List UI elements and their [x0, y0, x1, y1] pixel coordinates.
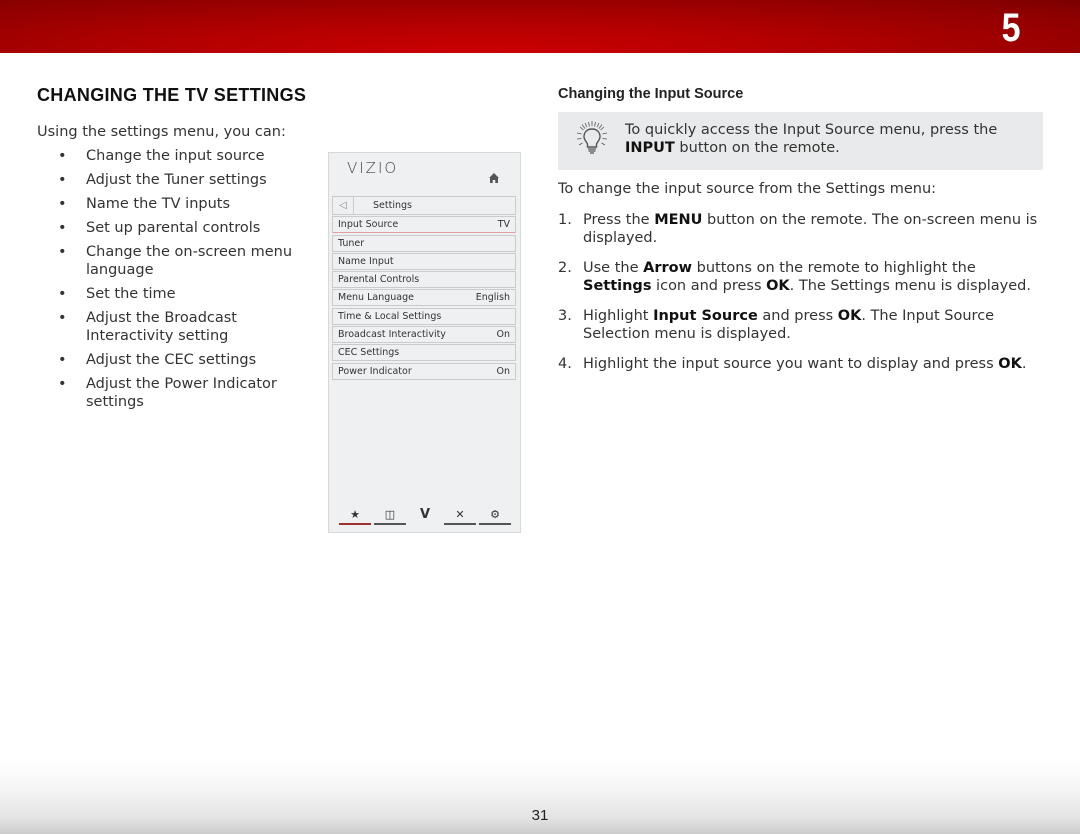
feature-list-item: • Adjust the Broadcast Interactivity sett…	[56, 309, 316, 345]
tip-text: To quickly access the Input Source menu,…	[625, 122, 998, 156]
menu-item-value: English	[475, 292, 510, 304]
step-text: Highlight	[583, 308, 654, 324]
feature-list-item: • Set up parental controls	[56, 219, 316, 237]
bullet-icon: •	[58, 220, 67, 236]
feature-text: Name the TV inputs	[86, 196, 231, 212]
bullet-icon: •	[58, 196, 67, 212]
step-text: buttons on the remote to highlight the	[692, 260, 976, 276]
step-emphasis: Settings	[583, 278, 652, 294]
close-icon[interactable]: ✕	[444, 508, 476, 525]
step-text: icon and press	[651, 278, 767, 294]
star-icon[interactable]: ★	[339, 508, 371, 525]
feature-text: Adjust the CEC settings	[86, 352, 257, 368]
vizio-v-icon[interactable]: V	[409, 508, 441, 523]
bullet-icon: •	[58, 376, 67, 392]
vizio-logo: VIZIO	[347, 159, 399, 177]
menu-item-value: TV	[497, 219, 510, 231]
section-title: Changing the Input Source	[558, 86, 744, 102]
tv-menu-bottom-bar: ★ ◫ V ✕ ⚙	[339, 508, 511, 525]
menu-item-value: On	[496, 365, 511, 377]
feature-text: Set up parental controls	[86, 220, 261, 236]
feature-text: Adjust the Power Indicator settings	[86, 376, 277, 410]
feature-text: Set the time	[86, 286, 176, 302]
step-emphasis: Input Source	[653, 308, 758, 324]
step-emphasis: MENU	[654, 212, 703, 228]
feature-list-item: • Change the input source	[56, 147, 316, 165]
feature-list-item: • Adjust the Power Indicator settings	[56, 375, 316, 411]
step-item: 2. Use the Arrow buttons on the remote to…	[558, 259, 1048, 295]
feature-list-item: • Set the time	[56, 285, 316, 303]
step-item: 4. Highlight the input source you want to…	[558, 355, 1048, 373]
step-text: Press the	[583, 212, 655, 228]
step-number: 4.	[558, 356, 572, 372]
tip-box: To quickly access the Input Source menu,…	[558, 112, 1043, 170]
feature-text: Adjust the Tuner settings	[86, 172, 267, 188]
settings-menu-item[interactable]: Tuner	[332, 234, 516, 252]
settings-menu-item[interactable]: Time & Local Settings	[332, 307, 516, 325]
step-text: .	[1021, 356, 1027, 372]
feature-text: Adjust the Broadcast Interactivity setti…	[86, 310, 237, 344]
menu-item-label: Power Indicator	[338, 365, 412, 377]
menu-item-label: Input Source	[338, 219, 399, 231]
steps-list: 1. Press the MENU button on the remote. T…	[558, 211, 1048, 385]
menu-item-value: On	[496, 329, 511, 341]
step-emphasis: OK	[766, 278, 790, 294]
settings-menu-item[interactable]: Broadcast Interactivity On	[332, 326, 516, 344]
step-text: . The Settings menu is displayed.	[789, 278, 1031, 294]
menu-item-label: Tuner	[338, 237, 365, 249]
back-arrow-icon[interactable]: ◁	[333, 197, 354, 214]
menu-item-label: CEC Settings	[338, 347, 400, 359]
tv-settings-menu-screenshot: VIZIO ◁ Settings Input Source TV Tuner Name…	[328, 152, 521, 533]
chapter-header-bar: 5	[0, 0, 1080, 53]
settings-menu-item[interactable]: Power Indicator On	[332, 362, 516, 380]
settings-menu-item[interactable]: Menu Language English	[332, 289, 516, 307]
step-number: 1.	[558, 212, 572, 228]
bullet-icon: •	[58, 244, 67, 260]
settings-menu-header: ◁ Settings	[332, 196, 516, 215]
feature-text: Change the input source	[86, 148, 265, 164]
feature-list-item: • Name the TV inputs	[56, 195, 316, 213]
chapter-number: 5	[1001, 6, 1021, 50]
feature-list-item: • Change the on-screen menu language	[56, 243, 316, 279]
settings-menu-title: Settings	[373, 200, 412, 211]
settings-menu-item[interactable]: Parental Controls	[332, 271, 516, 289]
bullet-icon: •	[58, 352, 67, 368]
page-title: CHANGING THE TV SETTINGS	[37, 85, 307, 105]
menu-item-label: Name Input	[338, 255, 394, 267]
menu-item-label: Time & Local Settings	[338, 310, 442, 322]
step-number: 3.	[558, 308, 572, 324]
step-item: 1. Press the MENU button on the remote. T…	[558, 211, 1048, 247]
settings-menu-item[interactable]: CEC Settings	[332, 344, 516, 362]
home-icon	[489, 173, 499, 183]
steps-lead-text: To change the input source from the Sett…	[558, 181, 937, 197]
step-emphasis: Arrow	[643, 260, 692, 276]
menu-item-label: Broadcast Interactivity	[338, 329, 446, 341]
bullet-icon: •	[58, 148, 67, 164]
step-text: Use the	[583, 260, 644, 276]
menu-item-label: Parental Controls	[338, 274, 420, 286]
settings-menu-item[interactable]: Input Source TV	[332, 216, 516, 234]
lightbulb-icon	[576, 121, 608, 154]
feature-list-item: • Adjust the CEC settings	[56, 351, 316, 369]
bullet-icon: •	[58, 172, 67, 188]
intro-text: Using the settings menu, you can:	[37, 124, 286, 140]
feature-list-item: • Adjust the Tuner settings	[56, 171, 316, 189]
step-number: 2.	[558, 260, 572, 276]
step-item: 3. Highlight Input Source and press OK. T…	[558, 307, 1048, 343]
feature-list: • Change the input source • Adjust the Tune…	[56, 147, 316, 417]
page-number: 31	[531, 807, 549, 824]
bullet-icon: •	[58, 286, 67, 302]
feature-text: Change the on-screen menu language	[86, 244, 293, 278]
picture-in-picture-icon[interactable]: ◫	[374, 508, 406, 525]
menu-item-label: Menu Language	[338, 292, 414, 304]
gear-icon[interactable]: ⚙	[479, 508, 511, 525]
step-emphasis: OK	[998, 356, 1022, 372]
settings-menu: ◁ Settings Input Source TV Tuner Name Input…	[332, 196, 516, 381]
settings-menu-item[interactable]: Name Input	[332, 252, 516, 270]
step-text: and press	[757, 308, 838, 324]
step-emphasis: OK	[837, 308, 862, 324]
bullet-icon: •	[58, 310, 67, 326]
step-text: Highlight the input source you want to d…	[583, 356, 999, 372]
